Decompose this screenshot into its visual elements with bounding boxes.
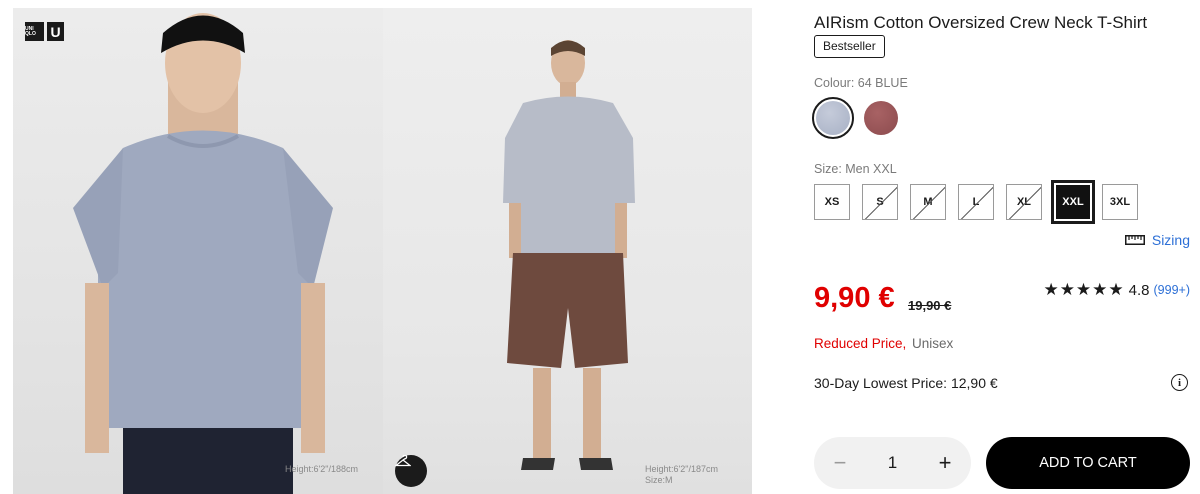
unavailable-slash: [1007, 185, 1041, 219]
ruler-icon: [1124, 235, 1145, 245]
quantity-value: 1: [887, 453, 898, 472]
rating-stars-icon: ★★★★★: [1043, 280, 1125, 299]
size-option-xxl[interactable]: XXL: [1051, 180, 1095, 224]
swatch-fill: [816, 101, 850, 135]
unavailable-slash: [911, 185, 945, 219]
hanger-icon: [395, 455, 411, 467]
swatch-fill: [864, 101, 898, 135]
model-info: Height:6'2"/188cm: [285, 464, 358, 474]
product-gallery: UNI QLO U Height:6'2"/188cm Height:6'2"/…: [0, 0, 760, 494]
unavailable-slash: [863, 185, 897, 219]
lowest-price-info: 30-Day Lowest Price: 12,90 €: [814, 375, 998, 391]
product-photo-full[interactable]: Height:6'2"/187cm Size:M: [383, 8, 752, 494]
colour-swatch-red[interactable]: [860, 97, 902, 139]
sizing-link-label: Sizing: [1151, 232, 1190, 248]
product-details: AIRism Cotton Oversized Crew Neck T-Shir…: [812, 0, 1190, 494]
uniqlo-u-logo: U: [47, 22, 64, 41]
brand-logo: UNI QLO U: [25, 22, 64, 41]
unisex-label: Unisex: [912, 336, 954, 351]
add-to-cart-button[interactable]: ADD TO CART: [986, 437, 1190, 489]
decrease-quantity-button[interactable]: −: [830, 450, 850, 476]
rating-value: 4.8: [1128, 281, 1150, 299]
reduced-price-label: Reduced Price,: [814, 336, 907, 351]
product-title: AIRism Cotton Oversized Crew Neck T-Shir…: [814, 13, 1148, 32]
size-option-xs[interactable]: XS: [814, 184, 850, 220]
model-front-illustration: [73, 13, 333, 494]
size-option-3xl[interactable]: 3XL: [1102, 184, 1138, 220]
try-on-button[interactable]: [395, 455, 427, 487]
bestseller-badge: Bestseller: [814, 35, 885, 58]
increase-quantity-button[interactable]: +: [935, 450, 955, 476]
size-label: Size: Men XXL: [814, 162, 897, 176]
size-option-m[interactable]: M: [910, 184, 946, 220]
colour-swatch-blue[interactable]: [812, 97, 854, 139]
info-icon[interactable]: i: [1171, 374, 1188, 391]
quantity-stepper: − 1 +: [814, 437, 971, 489]
model-info: Height:6'2"/187cm Size:M: [645, 464, 718, 485]
current-price: 9,90 €: [814, 282, 895, 314]
size-option-l[interactable]: L: [958, 184, 994, 220]
rating-count-link[interactable]: (999+): [1154, 283, 1190, 297]
original-price: 19,90 €: [908, 298, 952, 313]
model-full-illustration: [503, 40, 635, 470]
sizing-link[interactable]: Sizing: [1124, 232, 1190, 248]
size-option-xl[interactable]: XL: [1006, 184, 1042, 220]
product-rating[interactable]: ★★★★★ 4.8 (999+): [1043, 280, 1190, 300]
colour-label: Colour: 64 BLUE: [814, 76, 908, 90]
product-photo-front[interactable]: UNI QLO U Height:6'2"/188cm: [13, 8, 383, 494]
unavailable-slash: [959, 185, 993, 219]
uniqlo-logo: UNI QLO: [25, 22, 44, 41]
size-option-s[interactable]: S: [862, 184, 898, 220]
